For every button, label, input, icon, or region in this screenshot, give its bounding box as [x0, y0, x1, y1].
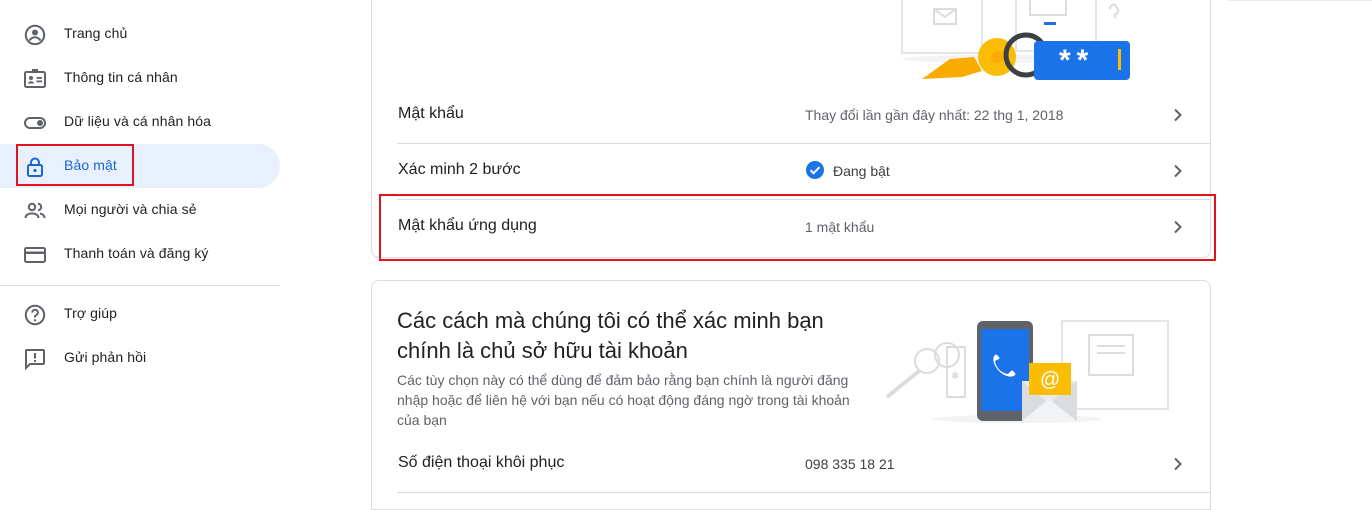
sidebar-item-feedback[interactable]: Gửi phản hồi: [0, 336, 280, 380]
row-value: Thay đổi lần gần đây nhất: 22 thg 1, 201…: [805, 107, 1064, 123]
phone-email-illustration: ✱ @: [885, 320, 1169, 423]
credit-card-icon: [23, 243, 47, 267]
sidebar-item-payments-subscriptions[interactable]: Thanh toán và đăng ký: [0, 232, 280, 276]
key-password-illustration: **: [901, 0, 1130, 80]
sidebar-nav: Trang chủ Thông tin cá nhân Dữ liệu và c…: [0, 0, 280, 496]
sidebar-item-label: Dữ liệu và cá nhân hóa: [64, 113, 211, 129]
people-icon: [23, 199, 47, 223]
highlight-box-app-passwords: [379, 194, 1216, 261]
sidebar-divider: [0, 285, 280, 286]
row-value: 098 335 18 21: [805, 456, 895, 472]
svg-text:@: @: [1040, 369, 1060, 391]
row-divider: [397, 492, 1211, 493]
row-value: Đang bật: [833, 163, 890, 179]
sidebar-item-home[interactable]: Trang chủ: [0, 12, 280, 56]
chevron-right-icon: [1174, 457, 1182, 471]
feedback-icon: [23, 347, 47, 371]
sidebar-item-label: Gửi phản hồi: [64, 349, 147, 365]
row-title: Số điện thoại khôi phục: [398, 454, 565, 471]
row-title: Xác minh 2 bước: [398, 161, 521, 178]
check-circle-icon: [806, 161, 824, 179]
recovery-phone-row[interactable]: Số điện thoại khôi phục 098 335 18 21: [373, 436, 1211, 492]
id-card-icon: [23, 67, 47, 91]
chevron-right-icon: [1174, 108, 1182, 122]
sidebar-item-label: Mọi người và chia sẻ: [64, 201, 197, 217]
verification-card: Các cách mà chúng tôi có thể xác minh bạ…: [371, 280, 1211, 510]
sidebar-item-label: Trang chủ: [64, 25, 128, 41]
highlight-box-security: [16, 144, 134, 186]
sidebar-item-personal-info[interactable]: Thông tin cá nhân: [0, 56, 280, 100]
sidebar-item-people-sharing[interactable]: Mọi người và chia sẻ: [0, 188, 280, 232]
sidebar-item-label: Thông tin cá nhân: [64, 69, 178, 85]
help-icon: [23, 303, 47, 327]
password-row[interactable]: Mật khẩu Thay đổi lần gần đây nhất: 22 t…: [373, 87, 1211, 143]
password-asterisks: **: [1059, 44, 1094, 77]
sidebar-item-label: Trợ giúp: [64, 305, 118, 321]
sidebar-item-data-personalization[interactable]: Dữ liệu và cá nhân hóa: [0, 100, 280, 144]
toggle-icon: [23, 111, 47, 135]
card-description: Các tùy chọn này có thể dùng để đảm bảo …: [397, 372, 850, 428]
home-account-icon: [23, 23, 47, 47]
svg-text:✱: ✱: [951, 371, 959, 382]
card-title: Các cách mà chúng tôi có thể xác minh bạ…: [397, 308, 824, 363]
row-title: Mật khẩu: [398, 105, 464, 122]
chevron-right-icon: [1174, 164, 1182, 178]
two-step-verification-row[interactable]: Xác minh 2 bước Đang bật: [373, 143, 1211, 199]
sidebar-item-help[interactable]: Trợ giúp: [0, 292, 280, 336]
header-divider: [1228, 0, 1372, 1]
sidebar-item-label: Thanh toán và đăng ký: [64, 245, 209, 261]
